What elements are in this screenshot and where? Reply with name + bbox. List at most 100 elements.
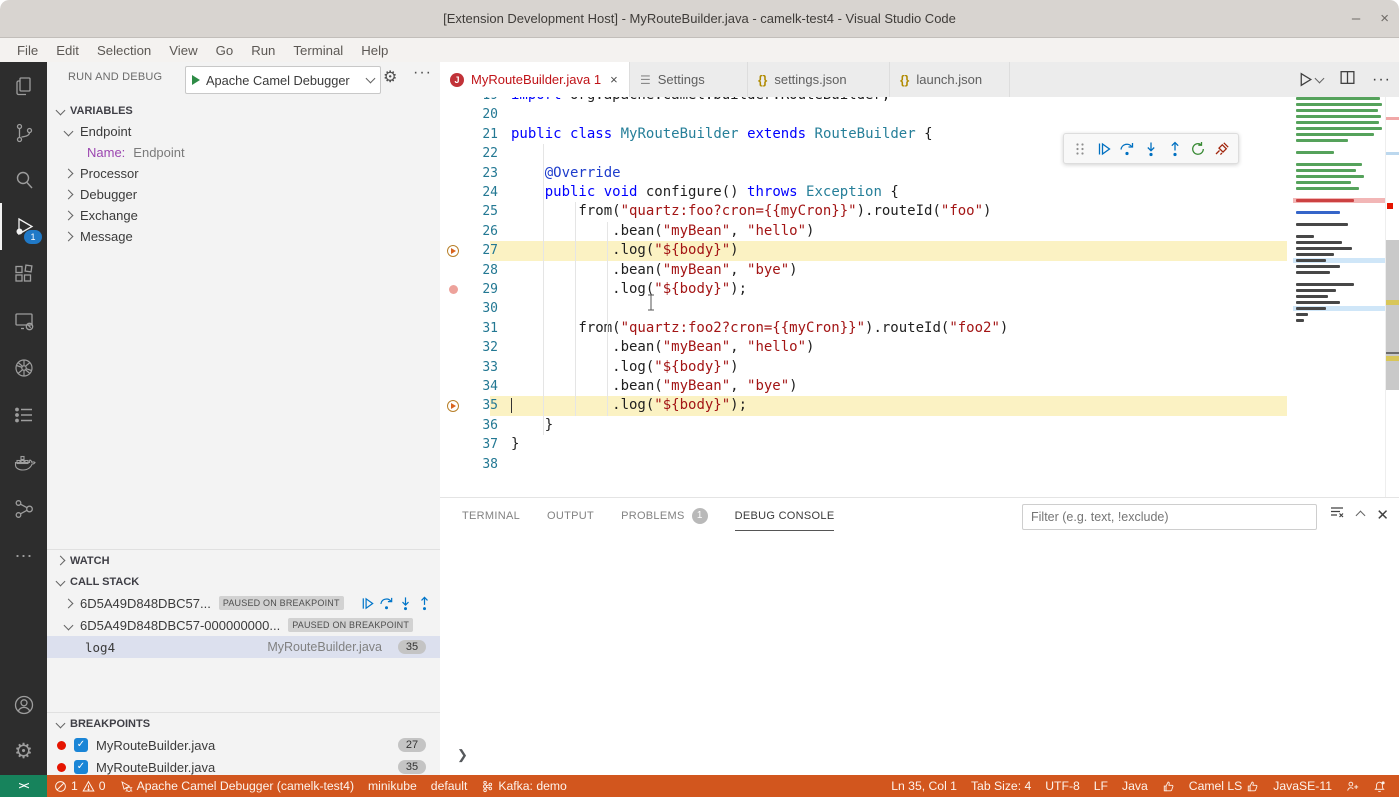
minimize-icon[interactable]: – [1352,10,1360,27]
activity-docker[interactable] [0,438,47,485]
panel-tab-terminal[interactable]: TERMINAL [462,510,520,522]
step-into-icon[interactable] [398,596,413,611]
minimap-row [1293,181,1385,184]
chevron-down-icon [1315,73,1325,83]
step-out-icon[interactable] [417,596,432,611]
variable-item[interactable]: Name:Endpoint [47,142,440,163]
tab-settings-json[interactable]: {}settings.json [748,62,890,97]
gutter-glyph [444,299,462,318]
variables-row-processor[interactable]: Processor [47,163,440,184]
restart-icon[interactable] [1190,141,1206,157]
overview-ruler[interactable] [1385,97,1399,497]
status-minikube-context[interactable]: minikube [361,775,424,797]
activity-remote-explorer[interactable] [0,297,47,344]
stack-frame-selected[interactable]: log4MyRouteBuilder.java35 [47,636,440,658]
status-cursor-position[interactable]: Ln 35, Col 1 [884,775,964,797]
disconnect-icon[interactable] [1214,141,1230,157]
panel-tab-debug-console[interactable]: DEBUG CONSOLE [735,510,835,522]
menu-item-selection[interactable]: Selection [88,43,160,58]
activity-explorer[interactable] [0,62,47,109]
panel-tab-problems[interactable]: PROBLEMS1 [621,508,708,524]
minimap-row [1293,319,1385,322]
call-stack-session[interactable]: 6D5A49D848DBC57-000000000...PAUSED ON BR… [47,614,440,636]
panel-tab-output[interactable]: OUTPUT [547,510,594,522]
remote-indicator[interactable]: >< [0,775,47,797]
continue-icon[interactable] [360,596,375,611]
launch-config-dropdown[interactable]: Apache Camel Debugger [185,66,381,94]
menu-item-run[interactable]: Run [242,43,284,58]
continue-icon[interactable] [1096,141,1112,157]
status-namespace[interactable]: default [424,775,475,797]
debug-console-prompt[interactable]: ❯ [457,747,468,763]
maximize-panel-icon[interactable] [1357,506,1364,524]
variables-row-debugger[interactable]: Debugger [47,184,440,205]
status-notifications[interactable] [1366,775,1393,797]
activity-kubernetes[interactable] [0,344,47,391]
close-icon[interactable]: × [610,72,618,87]
tab-settings[interactable]: ☰Settings [630,62,748,97]
more-actions-icon[interactable]: ··· [1372,71,1391,89]
status-indentation[interactable]: Tab Size: 4 [964,775,1038,797]
tab-launch-json[interactable]: {}launch.json [890,62,1010,97]
code-line-24: 24 public void configure() throws Except… [440,183,1293,202]
activity-test-explorer[interactable] [0,391,47,438]
status-eol[interactable]: LF [1087,775,1115,797]
status-kafka-status[interactable]: Kafka: demo [474,775,573,797]
menu-item-view[interactable]: View [160,43,206,58]
breakpoint-row[interactable]: ✓MyRouteBuilder.java27 [47,734,440,756]
gutter-glyph[interactable] [444,280,462,299]
line-number: 33 [464,358,498,377]
step-over-icon[interactable] [379,596,394,611]
breakpoints-header[interactable]: BREAKPOINTS [47,713,440,734]
activity-accounts[interactable] [0,681,47,728]
gutter-glyph[interactable] [444,241,462,260]
menu-item-go[interactable]: Go [207,43,243,58]
chevron-down-icon [56,106,66,116]
status-camel-ls-status[interactable]: Camel LS [1182,775,1267,797]
activity-run-and-debug[interactable]: 1 [0,203,47,250]
status-java-runtime[interactable]: JavaSE-11 [1266,775,1339,797]
debug-settings-gear-icon[interactable]: ⚙ [383,67,397,87]
run-file-button[interactable] [1297,71,1323,88]
step-into-icon[interactable] [1143,141,1159,157]
watch-header[interactable]: WATCH [47,550,440,571]
call-stack-session[interactable]: 6D5A49D848DBC57...PAUSED ON BREAKPOINT [47,592,440,614]
activity-source-control[interactable] [0,109,47,156]
menu-item-terminal[interactable]: Terminal [284,43,352,58]
split-editor-button[interactable] [1339,69,1356,91]
close-icon[interactable]: × [1380,10,1389,27]
breakpoint-checkbox[interactable]: ✓ [74,760,88,774]
variables-row-exchange[interactable]: Exchange [47,205,440,226]
menu-item-file[interactable]: File [8,43,47,58]
call-stack-header[interactable]: CALL STACK [47,571,440,592]
variables-row-endpoint[interactable]: Endpoint [47,121,440,142]
menu-item-edit[interactable]: Edit [47,43,88,58]
status-feedback[interactable] [1339,775,1366,797]
variables-row-message[interactable]: Message [47,226,440,247]
filter-input[interactable] [1023,510,1316,524]
clear-console-icon[interactable] [1329,504,1345,525]
activity-settings[interactable]: ⚙ [0,728,47,775]
code-editor[interactable]: 19import org.apache.camel.builder.RouteB… [440,97,1399,497]
status-encoding[interactable]: UTF-8 [1038,775,1087,797]
menu-item-help[interactable]: Help [352,43,397,58]
step-out-icon[interactable] [1167,141,1183,157]
step-over-icon[interactable] [1119,141,1135,157]
status-problems-status[interactable]: 10 [47,775,113,797]
tab-myroutebuilder-java[interactable]: JMyRouteBuilder.java 1× [440,62,630,97]
tab-label: Settings [658,72,705,87]
activity-extensions[interactable] [0,250,47,297]
breakpoint-checkbox[interactable]: ✓ [74,738,88,752]
activity-topology[interactable] [0,485,47,532]
variables-header[interactable]: VARIABLES [47,100,440,121]
gutter-glyph[interactable] [444,396,462,415]
status-debug-session[interactable]: Apache Camel Debugger (camelk-test4) [113,775,361,797]
activity-search[interactable] [0,156,47,203]
status-language-mode[interactable]: Java [1115,775,1155,797]
activity-more-views[interactable]: ⋯ [0,532,47,579]
more-actions-icon[interactable]: ··· [413,64,432,82]
close-panel-icon[interactable]: ✕ [1376,506,1389,524]
debug-console-filter[interactable] [1022,504,1317,530]
minimap[interactable] [1293,97,1385,497]
status-java-status[interactable] [1155,775,1182,797]
